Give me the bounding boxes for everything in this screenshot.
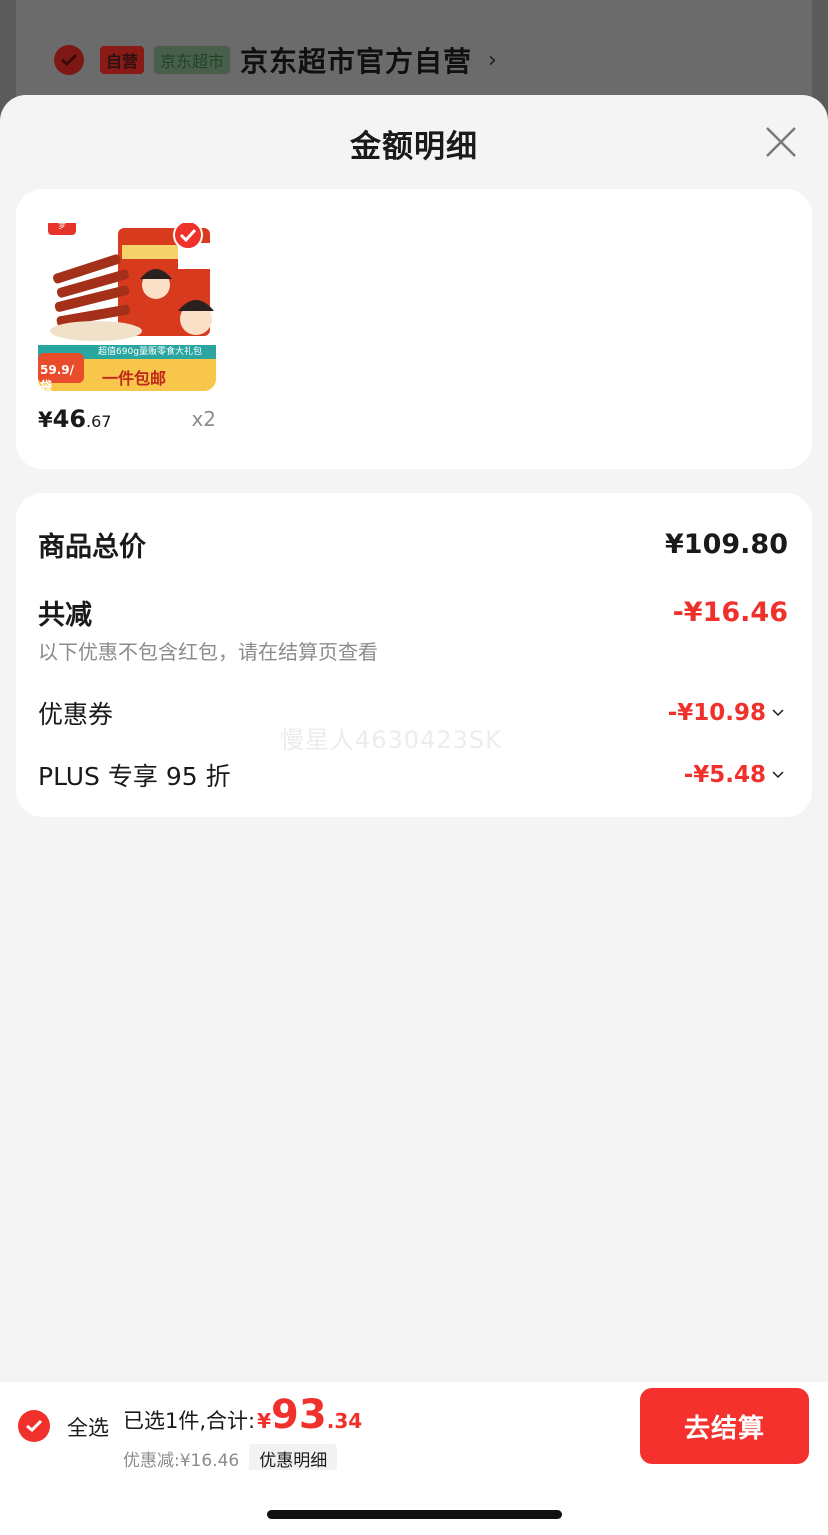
plus-discount-value: -¥5.48 bbox=[683, 762, 766, 788]
selected-count-text: 已选1件,合计: bbox=[123, 1409, 256, 1433]
background-store-row: 自营 京东超市 京东超市官方自营 › bbox=[54, 42, 497, 78]
total-integer: 93 bbox=[271, 1392, 327, 1438]
chevron-down-icon bbox=[772, 771, 784, 779]
coupon-label: 优惠券 bbox=[38, 700, 114, 729]
discount-note: 以下优惠不包含红包，请在结算页查看 bbox=[38, 640, 378, 664]
checkout-button[interactable]: 去结算 bbox=[640, 1388, 809, 1464]
amount-detail-sheet: 金额明细 梦 超值690g量贩零食大礼包 59.9/袋 一件包邮 ¥46.67 … bbox=[0, 95, 828, 1535]
discount-detail-button[interactable]: 优惠明细 bbox=[249, 1444, 338, 1473]
plus-discount-label: PLUS 专享 95 折 bbox=[38, 762, 231, 791]
reduction-value: -¥16.46 bbox=[672, 597, 788, 628]
home-area bbox=[0, 1470, 828, 1535]
watermark: 慢星人4630423SK bbox=[280, 726, 502, 754]
home-indicator[interactable] bbox=[267, 1510, 562, 1519]
reduction-row: 共减 -¥16.46 bbox=[38, 593, 788, 632]
summary-card: 商品总价 ¥109.80 共减 -¥16.46 以下优惠不包含红包，请在结算页查… bbox=[16, 493, 812, 817]
total-line: 已选1件,合计: ¥ 93 .34 bbox=[123, 1392, 362, 1438]
total-decimal: .34 bbox=[326, 1409, 363, 1433]
coupon-value: -¥10.98 bbox=[667, 700, 766, 726]
brand-badge: 回味一梦 bbox=[48, 223, 76, 235]
checkout-bar: 全选 已选1件,合计: ¥ 93 .34 优惠减:¥16.46 优惠明细 去结算 bbox=[0, 1382, 828, 1473]
store-check-icon bbox=[54, 45, 84, 75]
goods-total-label: 商品总价 bbox=[38, 532, 146, 563]
coupon-value-wrap: -¥10.98 bbox=[668, 700, 784, 726]
image-price-label: 59.9/袋 bbox=[40, 363, 74, 391]
supermarket-tag: 京东超市 bbox=[154, 46, 231, 74]
discount-amount: 优惠减:¥16.46 bbox=[123, 1451, 240, 1471]
plus-value-wrap: -¥5.48 bbox=[684, 762, 784, 788]
sheet-title: 金额明细 bbox=[350, 129, 478, 165]
total-currency: ¥ bbox=[257, 1409, 272, 1433]
chevron-right-icon: › bbox=[488, 47, 497, 73]
plus-discount-row[interactable]: PLUS 专享 95 折 -¥5.48 bbox=[38, 757, 784, 793]
gift-label: 超值690g量贩零食大礼包 bbox=[98, 347, 202, 357]
self-operated-tag: 自营 bbox=[100, 46, 145, 74]
select-all-label[interactable]: 全选 bbox=[67, 1412, 109, 1442]
close-icon[interactable] bbox=[764, 125, 798, 159]
goods-total-value: ¥109.80 bbox=[665, 529, 788, 560]
product-quantity: x2 bbox=[191, 407, 216, 431]
store-name: 京东超市官方自营 bbox=[240, 45, 473, 78]
free-shipping-label: 一件包邮 bbox=[102, 369, 167, 388]
goods-total-row: 商品总价 ¥109.80 bbox=[38, 525, 788, 564]
price-currency: ¥ bbox=[38, 408, 53, 432]
select-all-check-icon[interactable] bbox=[18, 1410, 50, 1442]
chevron-down-icon bbox=[772, 709, 784, 717]
discount-line: 优惠减:¥16.46 优惠明细 bbox=[123, 1444, 338, 1473]
reduction-label: 共减 bbox=[38, 600, 92, 631]
product-card: 回味一梦 超值690g量贩零食大礼包 59.9/袋 一件包邮 ¥46.67 x2 bbox=[16, 189, 812, 469]
price-integer: 46 bbox=[52, 405, 87, 433]
product-image[interactable]: 回味一梦 超值690g量贩零食大礼包 59.9/袋 一件包邮 bbox=[38, 223, 216, 391]
price-decimal: .67 bbox=[86, 412, 112, 431]
product-price: ¥46.67 bbox=[38, 405, 111, 433]
product-price-row: ¥46.67 x2 bbox=[38, 405, 216, 437]
